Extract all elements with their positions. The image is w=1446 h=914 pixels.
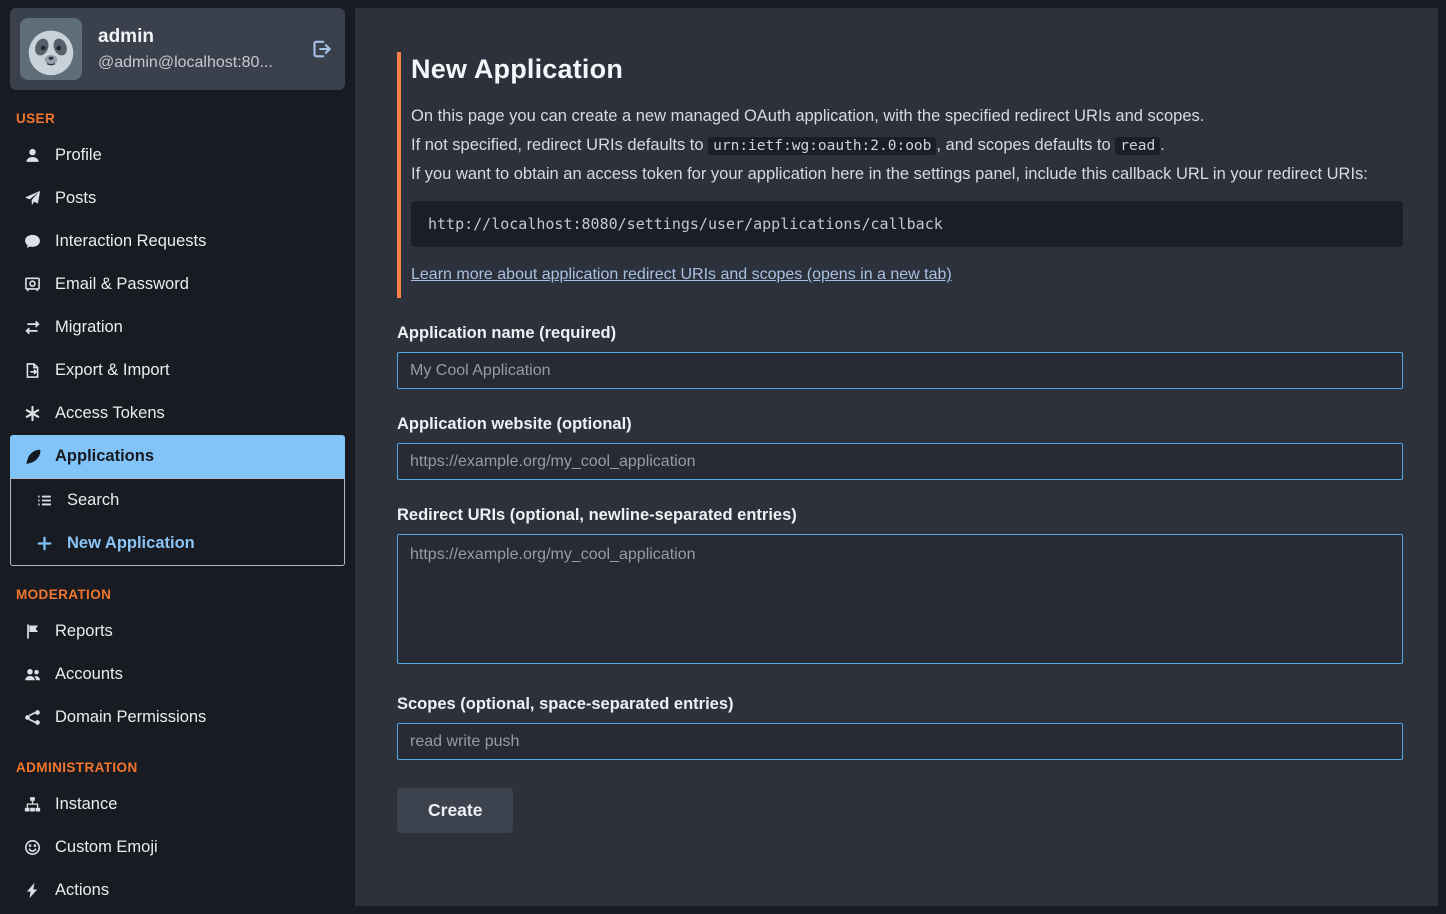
intro-line-2-pre: If not specified, redirect URIs defaults… <box>411 136 708 154</box>
sitemap-icon <box>23 796 41 813</box>
sidebar-item-custom-emoji[interactable]: Custom Emoji <box>10 826 345 869</box>
vault-icon <box>23 276 41 293</box>
sidebar-item-accounts[interactable]: Accounts <box>10 653 345 696</box>
sidebar-item-export-import[interactable]: Export & Import <box>10 349 345 392</box>
file-export-icon <box>23 362 41 379</box>
sidebar-item-label: Applications <box>55 447 154 466</box>
sidebar-item-domain-permissions[interactable]: Domain Permissions <box>10 696 345 739</box>
sidebar-item-search[interactable]: Search <box>11 479 344 522</box>
bolt-icon <box>23 882 41 899</box>
share-nodes-icon <box>23 709 41 726</box>
create-button[interactable]: Create <box>397 788 513 833</box>
sidebar: admin @admin@localhost:80... USER Profil… <box>0 0 355 914</box>
redirect-uris-textarea[interactable] <box>397 534 1403 664</box>
sidebar-item-label: Actions <box>55 881 109 900</box>
sidebar-item-actions[interactable]: Actions <box>10 869 345 912</box>
smile-icon <box>23 839 41 856</box>
redirect-uris-field: Redirect URIs (optional, newline-separat… <box>397 506 1403 669</box>
application-website-label: Application website (optional) <box>397 415 1403 434</box>
sidebar-item-new-application[interactable]: New Application <box>11 522 344 565</box>
callback-url-codeblock: http://localhost:8080/settings/user/appl… <box>411 201 1403 247</box>
page-title: New Application <box>411 54 1403 85</box>
application-name-input[interactable] <box>397 352 1403 389</box>
arrows-left-right-icon <box>23 319 41 336</box>
sidebar-item-label: Search <box>67 491 119 510</box>
sidebar-item-label: Accounts <box>55 665 123 684</box>
asterisk-icon <box>23 405 41 422</box>
scopes-input[interactable] <box>397 723 1403 760</box>
user-icon <box>23 147 41 164</box>
sidebar-item-label: Export & Import <box>55 361 170 380</box>
avatar <box>20 18 82 80</box>
intro-line-2-mid: , and scopes defaults to <box>936 136 1115 154</box>
applications-submenu: Search New Application <box>10 478 345 566</box>
section-label-moderation: MODERATION <box>16 587 339 602</box>
scopes-field: Scopes (optional, space-separated entrie… <box>397 695 1403 760</box>
sidebar-item-label: Instance <box>55 795 117 814</box>
sidebar-item-label: Migration <box>55 318 123 337</box>
sidebar-item-label: Posts <box>55 189 96 208</box>
sidebar-item-instance[interactable]: Instance <box>10 783 345 826</box>
section-label-administration: ADMINISTRATION <box>16 760 339 775</box>
sidebar-item-label: Custom Emoji <box>55 838 158 857</box>
sidebar-item-label: New Application <box>67 534 195 553</box>
paper-plane-icon <box>23 190 41 207</box>
moderation-nav: Reports Accounts Domain Permissions <box>10 610 345 739</box>
new-application-form: Application name (required) Application … <box>397 324 1403 833</box>
sidebar-item-label: Reports <box>55 622 113 641</box>
default-redirect-uri-code: urn:ietf:wg:oauth:2.0:oob <box>708 137 936 155</box>
flag-icon <box>23 623 41 640</box>
sidebar-item-label: Interaction Requests <box>55 232 206 251</box>
sidebar-item-interaction-requests[interactable]: Interaction Requests <box>10 220 345 263</box>
intro-line-3: If you want to obtain an access token fo… <box>411 162 1403 187</box>
sidebar-item-access-tokens[interactable]: Access Tokens <box>10 392 345 435</box>
default-scope-code: read <box>1115 137 1160 155</box>
intro-line-2-post: . <box>1160 136 1165 154</box>
user-handle: @admin@localhost:80... <box>98 54 273 72</box>
sidebar-item-label: Profile <box>55 146 102 165</box>
user-card[interactable]: admin @admin@localhost:80... <box>10 8 345 90</box>
sidebar-item-label: Email & Password <box>55 275 189 294</box>
intro-block: New Application On this page you can cre… <box>397 52 1403 298</box>
list-icon <box>35 492 53 509</box>
sidebar-item-reports[interactable]: Reports <box>10 610 345 653</box>
comment-icon <box>23 233 41 250</box>
sidebar-item-label: Access Tokens <box>55 404 165 423</box>
sidebar-item-posts[interactable]: Posts <box>10 177 345 220</box>
feather-icon <box>23 448 41 465</box>
intro-line-1: On this page you can create a new manage… <box>411 104 1403 129</box>
logout-icon[interactable] <box>311 39 331 59</box>
user-nav: Profile Posts Interaction Requests Email… <box>10 134 345 566</box>
user-name: admin <box>98 26 273 48</box>
scopes-label: Scopes (optional, space-separated entrie… <box>397 695 1403 714</box>
intro-line-2: If not specified, redirect URIs defaults… <box>411 133 1403 158</box>
sidebar-item-profile[interactable]: Profile <box>10 134 345 177</box>
sidebar-item-applications[interactable]: Applications <box>10 435 345 478</box>
redirect-uris-label: Redirect URIs (optional, newline-separat… <box>397 506 1403 525</box>
sidebar-item-email-password[interactable]: Email & Password <box>10 263 345 306</box>
application-website-field: Application website (optional) <box>397 415 1403 480</box>
plus-icon <box>35 535 53 552</box>
application-website-input[interactable] <box>397 443 1403 480</box>
sidebar-item-migration[interactable]: Migration <box>10 306 345 349</box>
sidebar-item-label: Domain Permissions <box>55 708 206 727</box>
main-panel: New Application On this page you can cre… <box>355 8 1438 906</box>
users-icon <box>23 666 41 683</box>
application-name-field: Application name (required) <box>397 324 1403 389</box>
section-label-user: USER <box>16 111 339 126</box>
application-name-label: Application name (required) <box>397 324 1403 343</box>
learn-more-link[interactable]: Learn more about application redirect UR… <box>411 266 952 283</box>
administration-nav: Instance Custom Emoji Actions <box>10 783 345 912</box>
